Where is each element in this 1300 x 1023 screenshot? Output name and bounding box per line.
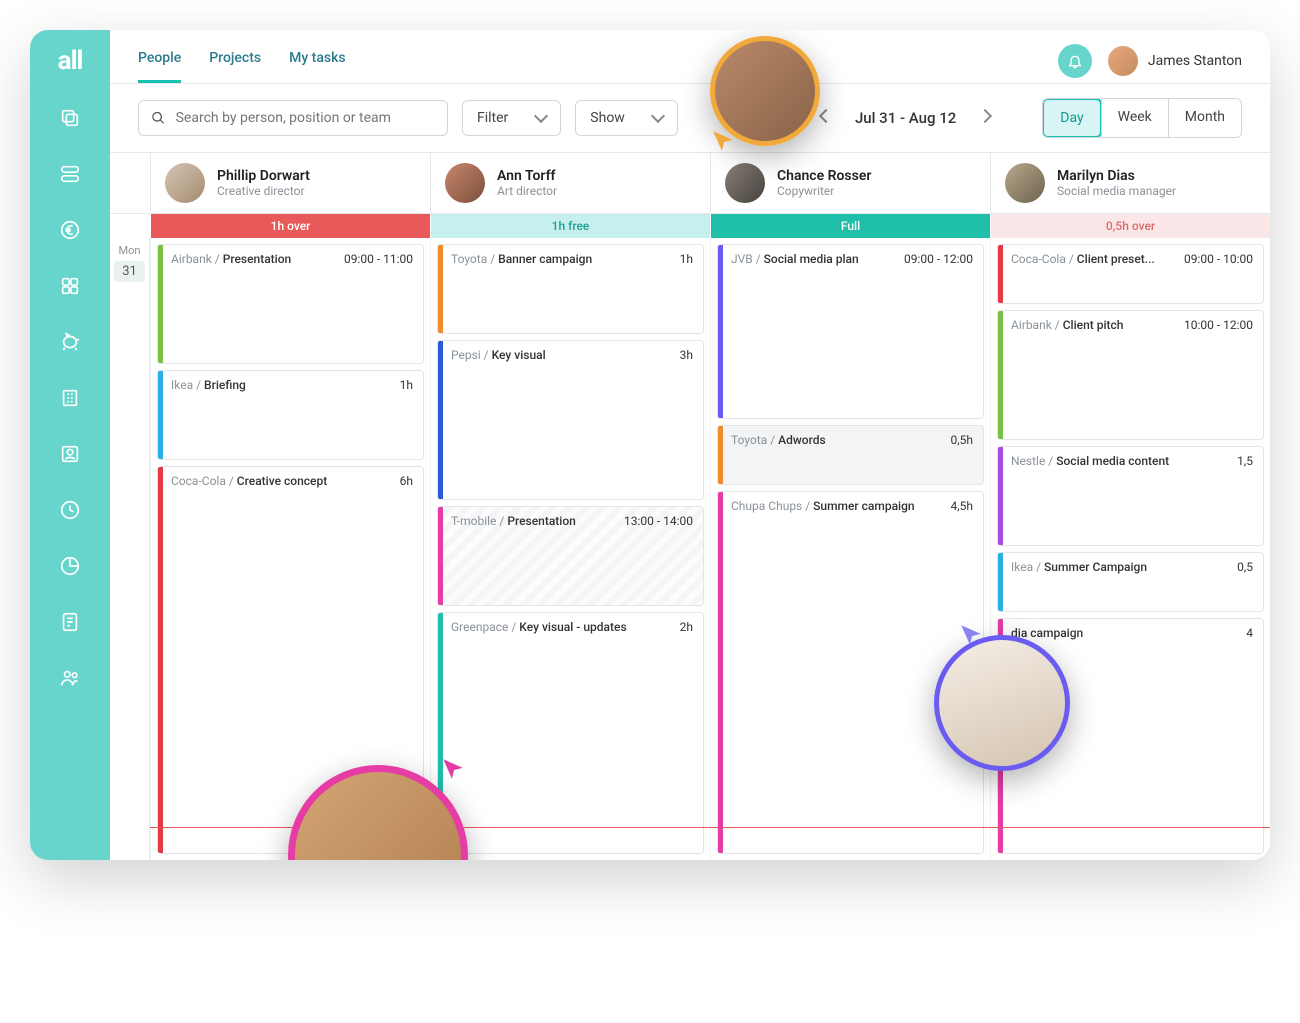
task-card[interactable]: Toyota / Adwords0,5h bbox=[717, 425, 984, 485]
nav-doc-icon[interactable] bbox=[56, 608, 84, 636]
logo: all bbox=[58, 46, 83, 76]
nav-grid-icon[interactable] bbox=[56, 272, 84, 300]
nav-building-icon[interactable] bbox=[56, 384, 84, 412]
status-row: 1h over1h freeFull0,5h over bbox=[110, 214, 1270, 238]
next-button[interactable] bbox=[976, 111, 994, 125]
person-column: Toyota / Banner campaign1hPepsi / Key vi… bbox=[430, 238, 710, 860]
tab-my-tasks[interactable]: My tasks bbox=[289, 50, 346, 83]
view-week[interactable]: Week bbox=[1101, 99, 1168, 137]
date-label: 31 bbox=[114, 261, 145, 282]
task-card[interactable]: Coca-Cola / Client preset...09:00 - 10:0… bbox=[997, 244, 1264, 304]
person-role: Copywriter bbox=[777, 184, 871, 198]
header-right: James Stanton bbox=[1058, 44, 1242, 78]
toolbar: Filter Show Jul 31 - Aug 12 DayWeekMonth bbox=[110, 84, 1270, 153]
search-icon bbox=[151, 110, 166, 126]
date-range: Jul 31 - Aug 12 bbox=[849, 109, 962, 127]
notifications-button[interactable] bbox=[1058, 44, 1092, 78]
avatar bbox=[1005, 163, 1045, 203]
main: James Stanton People Projects My tasks Fil… bbox=[110, 30, 1270, 860]
person-column: Coca-Cola / Client preset...09:00 - 10:0… bbox=[990, 238, 1270, 860]
person-name: Chance Rosser bbox=[777, 168, 871, 184]
person-role: Art director bbox=[497, 184, 557, 198]
task-card[interactable]: JVB / Social media plan09:00 - 12:00 bbox=[717, 244, 984, 419]
avatar bbox=[445, 163, 485, 203]
task-card[interactable]: Greenpace / Key visual - updates2h bbox=[437, 612, 704, 854]
person-header[interactable]: Chance RosserCopywriter bbox=[710, 153, 990, 213]
task-card[interactable]: Nestle / Social media content1,5 bbox=[997, 446, 1264, 546]
app-window: all James Stanton People Projects My tasks bbox=[30, 30, 1270, 860]
prev-button[interactable] bbox=[817, 111, 835, 125]
view-day[interactable]: Day bbox=[1042, 98, 1101, 138]
task-card[interactable]: Ikea / Briefing1h bbox=[157, 370, 424, 460]
person-header[interactable]: Marilyn DiasSocial media manager bbox=[990, 153, 1270, 213]
tab-projects[interactable]: Projects bbox=[209, 50, 261, 83]
task-card[interactable]: Ikea / Summer Campaign0,5 bbox=[997, 552, 1264, 612]
chevron-down-icon bbox=[534, 109, 548, 123]
person-column: JVB / Social media plan09:00 - 12:00Toyo… bbox=[710, 238, 990, 860]
search-field[interactable] bbox=[176, 110, 435, 126]
person-header[interactable]: Phillip DorwartCreative director bbox=[150, 153, 430, 213]
weekday-label: Mon bbox=[110, 244, 149, 257]
task-card[interactable]: Pepsi / Key visual3h bbox=[437, 340, 704, 500]
current-user[interactable]: James Stanton bbox=[1108, 46, 1242, 76]
task-card[interactable]: Toyota / Banner campaign1h bbox=[437, 244, 704, 334]
avatar bbox=[165, 163, 205, 203]
avatar bbox=[725, 163, 765, 203]
status-badge: 1h free bbox=[430, 214, 710, 238]
view-month[interactable]: Month bbox=[1168, 99, 1241, 137]
nav-people-icon[interactable] bbox=[56, 664, 84, 692]
status-badge: 1h over bbox=[150, 214, 430, 238]
search-input[interactable] bbox=[138, 100, 448, 136]
chevron-down-icon bbox=[651, 109, 665, 123]
nav-chart-icon[interactable] bbox=[56, 552, 84, 580]
board: Mon 31 Airbank / Presentation09:00 - 11:… bbox=[110, 238, 1270, 860]
nav-copy-icon[interactable] bbox=[56, 104, 84, 132]
person-role: Social media manager bbox=[1057, 184, 1176, 198]
view-switch: DayWeekMonth bbox=[1042, 98, 1242, 138]
nav-euro-icon[interactable] bbox=[56, 216, 84, 244]
filter-button[interactable]: Filter bbox=[462, 100, 561, 136]
nav-users-icon[interactable] bbox=[56, 160, 84, 188]
status-badge: Full bbox=[710, 214, 990, 238]
day-lane: Mon 31 bbox=[110, 238, 150, 860]
sidebar: all bbox=[30, 30, 110, 860]
status-badge: 0,5h over bbox=[990, 214, 1270, 238]
person-name: Marilyn Dias bbox=[1057, 168, 1176, 184]
tab-people[interactable]: People bbox=[138, 50, 181, 83]
task-card[interactable]: Airbank / Client pitch10:00 - 12:00 bbox=[997, 310, 1264, 440]
show-button[interactable]: Show bbox=[575, 100, 678, 136]
collaborator-avatar bbox=[934, 635, 1070, 771]
nav-clock-icon[interactable] bbox=[56, 496, 84, 524]
person-header[interactable]: Ann TorffArt director bbox=[430, 153, 710, 213]
nav-piggy-icon[interactable] bbox=[56, 328, 84, 356]
chevron-left-icon bbox=[819, 109, 833, 123]
person-name: Phillip Dorwart bbox=[217, 168, 310, 184]
user-name: James Stanton bbox=[1148, 53, 1242, 69]
person-name: Ann Torff bbox=[497, 168, 557, 184]
person-role: Creative director bbox=[217, 184, 310, 198]
people-header: Phillip DorwartCreative directorAnn Torf… bbox=[110, 153, 1270, 214]
task-card[interactable]: Airbank / Presentation09:00 - 11:00 bbox=[157, 244, 424, 364]
avatar bbox=[1108, 46, 1138, 76]
task-card[interactable]: T-mobile / Presentation13:00 - 14:00 bbox=[437, 506, 704, 606]
chevron-right-icon bbox=[978, 109, 992, 123]
nav-profile-icon[interactable] bbox=[56, 440, 84, 468]
